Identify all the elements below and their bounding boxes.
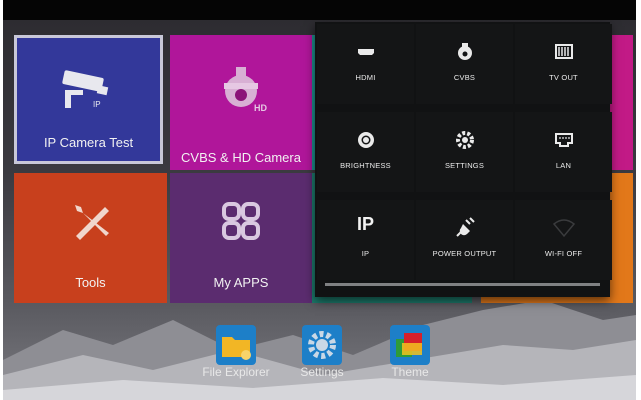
dock-theme[interactable]: Theme <box>380 325 440 379</box>
qs-tv-out[interactable]: TV OUT <box>515 24 612 104</box>
ip-text-icon: IP <box>356 214 374 234</box>
tile-label: CVBS & HD Camera <box>181 150 301 165</box>
ip-badge-text: IP <box>93 100 101 109</box>
hdmi-icon <box>357 49 374 55</box>
tv-out-icon <box>554 44 573 59</box>
panel-handle-bar[interactable] <box>325 283 600 286</box>
dock-settings[interactable]: Settings <box>292 325 352 379</box>
dock-label: File Explorer <box>202 365 270 379</box>
qs-label: TV OUT <box>549 73 578 82</box>
tools-icon <box>74 205 109 240</box>
qs-label: HDMI <box>355 73 376 82</box>
status-bar <box>3 0 636 20</box>
power-plug-icon <box>455 217 475 237</box>
cvbs-camera-icon <box>457 43 472 60</box>
gear-icon <box>455 131 474 149</box>
wifi-off-icon <box>552 219 575 238</box>
tile-my-apps[interactable]: My APPS <box>170 173 312 303</box>
qs-wifi-off[interactable]: WI-FI OFF <box>515 200 612 280</box>
qs-label: IP <box>361 249 370 258</box>
dock-label: Theme <box>391 365 429 379</box>
lan-icon <box>554 133 573 147</box>
gear-icon <box>302 325 342 365</box>
qs-label: WI-FI OFF <box>544 249 583 258</box>
folder-icon <box>216 325 256 365</box>
dock-file-explorer[interactable]: File Explorer <box>200 325 272 379</box>
tile-label: Tools <box>75 275 106 290</box>
tile-ip-camera-test[interactable]: IP IP Camera Test <box>14 35 163 164</box>
qs-hdmi[interactable]: HDMI <box>317 24 414 104</box>
qs-label: BRIGHTNESS <box>340 161 391 170</box>
ip-camera-icon <box>61 70 108 108</box>
qs-cvbs[interactable]: CVBS <box>416 24 513 104</box>
qs-label: CVBS <box>453 73 476 82</box>
tile-label: IP Camera Test <box>43 135 134 150</box>
tile-label: My APPS <box>213 275 269 290</box>
qs-label: LAN <box>555 161 572 170</box>
tile-tools[interactable]: Tools <box>14 173 167 303</box>
brightness-icon <box>357 132 374 148</box>
qs-lan[interactable]: LAN <box>515 112 612 192</box>
quick-settings-panel: HDMI CVBS TV OUT BRIGHTNESS SETTINGS LAN… <box>315 22 612 297</box>
theme-icon <box>390 325 430 365</box>
qs-label: POWER OUTPUT <box>432 249 497 258</box>
apps-icon <box>222 202 260 240</box>
qs-brightness[interactable]: BRIGHTNESS <box>317 112 414 192</box>
home-screen: IP IP Camera Test HD CVBS & HD Camera To… <box>3 20 636 400</box>
tile-cvbs-hd-camera[interactable]: HD CVBS & HD Camera <box>170 35 312 170</box>
qs-ip[interactable]: IP IP <box>317 200 414 280</box>
hd-badge-text: HD <box>254 103 267 113</box>
dock-label: Settings <box>300 365 344 379</box>
qs-settings[interactable]: SETTINGS <box>416 112 513 192</box>
qs-label: SETTINGS <box>444 161 485 170</box>
qs-power-output[interactable]: POWER OUTPUT <box>416 200 513 280</box>
